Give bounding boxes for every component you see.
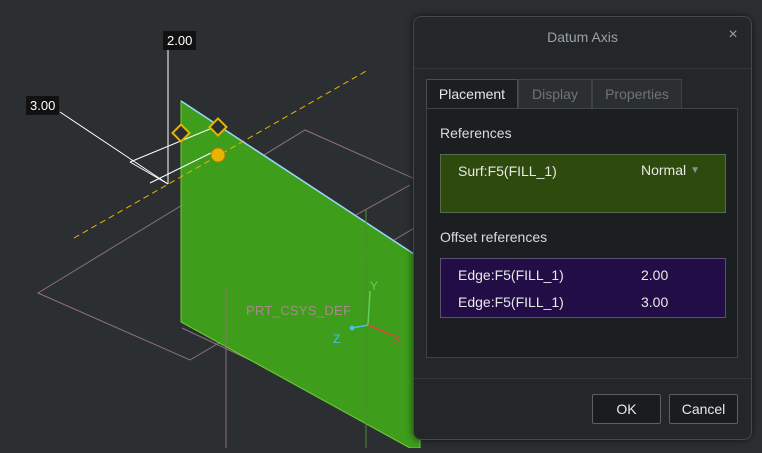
offset-references-collector[interactable]: Edge:F5(FILL_1) 2.00 Edge:F5(FILL_1) 3.0… — [440, 258, 726, 318]
tab-display[interactable]: Display — [518, 79, 592, 108]
dialog-title: Datum Axis — [547, 29, 618, 45]
dim-witness-3 — [129, 161, 169, 185]
datum-axis-dialog: Datum Axis × Placement Display Propertie… — [413, 16, 752, 440]
dimension-2-label[interactable]: 2.00 — [163, 31, 197, 50]
chevron-down-icon: ▼ — [690, 165, 701, 176]
title-divider — [414, 68, 751, 69]
offset-ref-value-2[interactable]: 3.00 — [641, 294, 668, 310]
reference-name[interactable]: Surf:F5(FILL_1) — [458, 163, 557, 179]
dim-horizontal-leader — [59, 111, 169, 185]
placement-panel: References Surf:F5(FILL_1) Normal ▼ Offse… — [426, 108, 738, 358]
references-label: References — [440, 125, 512, 141]
placement-handle[interactable] — [210, 147, 226, 163]
offset-references-label: Offset references — [440, 229, 548, 245]
close-icon[interactable]: × — [725, 27, 741, 43]
reference-constraint-select[interactable]: Normal ▼ — [641, 162, 700, 178]
tab-properties[interactable]: Properties — [592, 79, 682, 108]
csys-label: PRT_CSYS_DEF — [246, 303, 352, 318]
offset-ref-value-1[interactable]: 2.00 — [641, 267, 668, 283]
offset-ref-name-1[interactable]: Edge:F5(FILL_1) — [458, 267, 564, 283]
csys-z-label: Z — [333, 332, 341, 346]
ok-button[interactable]: OK — [592, 394, 661, 424]
dimension-3-label[interactable]: 3.00 — [26, 96, 60, 115]
csys-x-label: X — [393, 332, 402, 346]
csys-y-label: Y — [370, 279, 379, 293]
footer-divider — [414, 378, 751, 379]
tab-placement[interactable]: Placement — [426, 79, 518, 109]
cancel-button[interactable]: Cancel — [669, 394, 738, 424]
offset-ref-name-2[interactable]: Edge:F5(FILL_1) — [458, 294, 564, 310]
csys-z-dot — [349, 325, 355, 331]
reference-constraint-value: Normal — [641, 162, 687, 178]
references-collector[interactable]: Surf:F5(FILL_1) Normal ▼ — [440, 154, 726, 213]
